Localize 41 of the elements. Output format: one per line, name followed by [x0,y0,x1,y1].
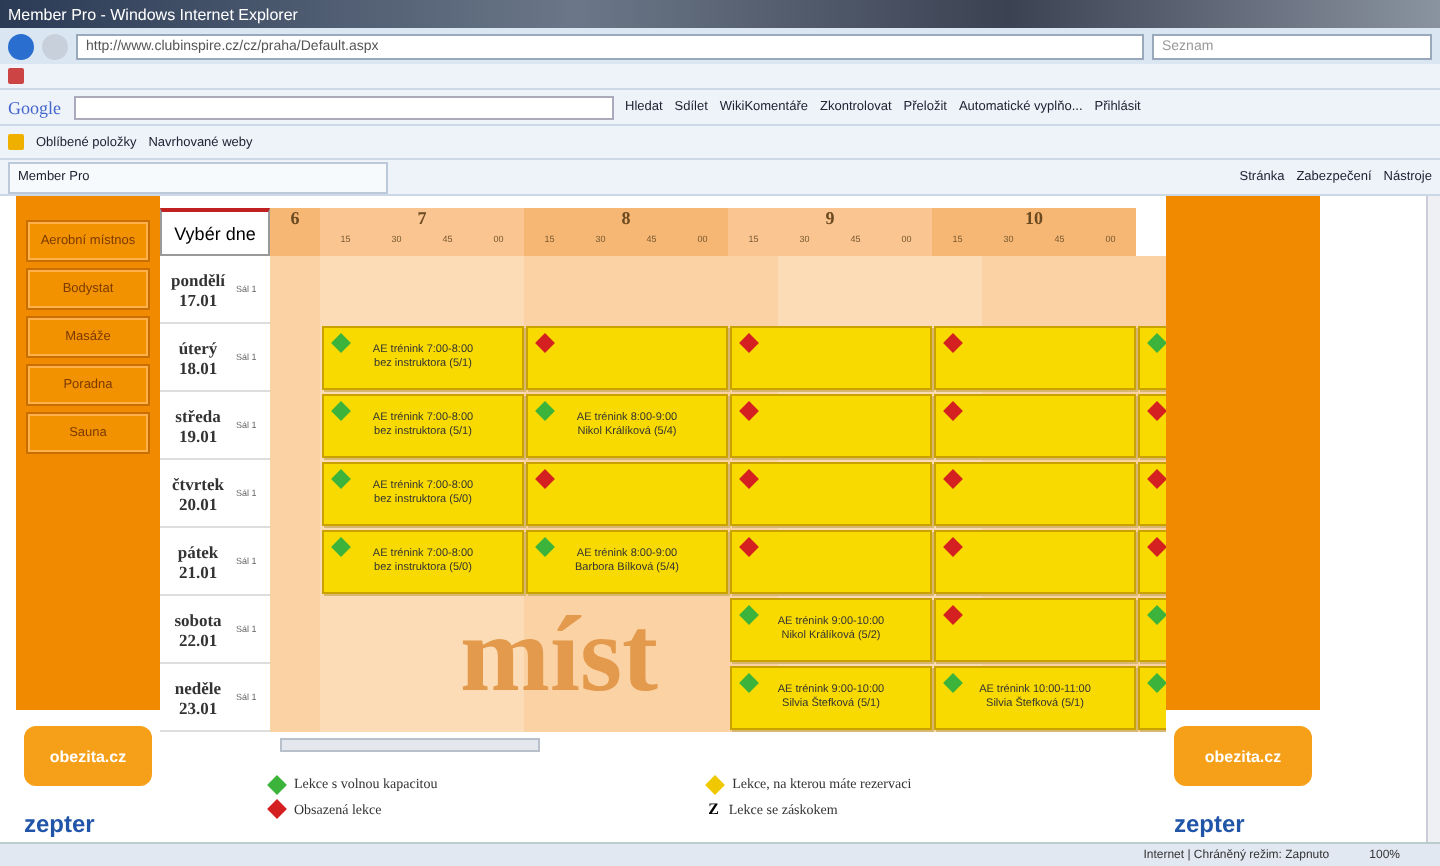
lesson-card[interactable] [934,326,1136,390]
horizontal-scrollbar[interactable] [280,738,540,752]
hour-label: 9 [823,208,837,232]
lesson-card[interactable] [1138,326,1166,390]
window-title: Member Pro - Windows Internet Explorer [0,0,1440,28]
toolbar-icon[interactable] [8,68,24,84]
google-search-field[interactable] [73,95,613,119]
hour-label: 7 [415,208,429,232]
lesson-card[interactable] [730,326,932,390]
day-picker-button[interactable]: Vybér dne [160,208,270,256]
lesson-card[interactable] [730,394,932,458]
background-lettering: míst [460,600,658,708]
lesson-card[interactable] [1138,462,1166,526]
lesson-card[interactable] [1138,598,1166,662]
lesson-card[interactable] [934,394,1136,458]
lesson-card[interactable] [1138,530,1166,594]
zepter-logo[interactable]: zepter [24,810,152,838]
back-icon[interactable] [8,33,34,59]
lesson-card[interactable] [1138,394,1166,458]
lesson-card[interactable] [730,530,932,594]
day-label: čtvrtek 20.01 [170,471,226,517]
google-logo: Google [8,97,61,117]
day-label: sobota 22.01 [172,607,224,653]
lesson-card[interactable] [934,530,1136,594]
lesson-card[interactable] [526,326,728,390]
lesson-card[interactable] [526,462,728,526]
lesson-card[interactable] [934,598,1136,662]
hour-label: 8 [619,208,633,232]
lesson-card[interactable] [1138,666,1166,730]
day-label: neděle 23.01 [172,675,224,721]
hour-label: 6 [288,208,302,232]
lesson-card[interactable] [730,462,932,526]
legend-mark: Z [708,800,719,818]
day-label: úterý 18.01 [176,335,220,381]
lesson-card[interactable] [934,462,1136,526]
zepter-logo[interactable]: zepter [1174,810,1312,838]
day-label: pondělí 17.01 [169,267,227,313]
day-label: středa 19.01 [173,403,223,449]
day-label: pátek 21.01 [175,539,221,585]
hour-label: 10 [1023,208,1045,232]
vertical-scrollbar[interactable] [1426,196,1440,842]
